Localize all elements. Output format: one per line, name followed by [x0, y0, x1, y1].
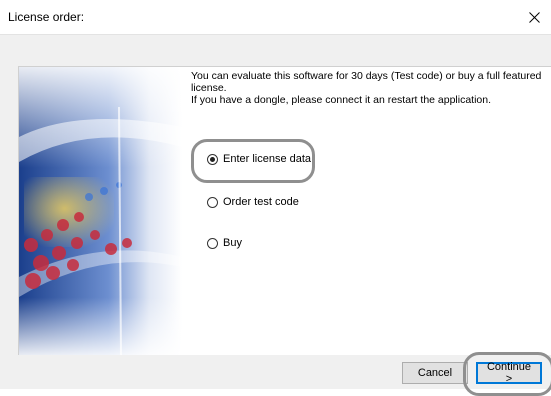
- cancel-button[interactable]: Cancel: [402, 362, 468, 384]
- license-order-dialog: License order: You can evaluate this sof…: [0, 0, 551, 396]
- intro-line-1: You can evaluate this software for 30 da…: [191, 70, 542, 82]
- radio-label: Order test code: [223, 196, 299, 208]
- radio-enter-license-data[interactable]: Enter license data: [207, 153, 311, 165]
- radio-order-test-code[interactable]: Order test code: [207, 196, 299, 208]
- continue-button[interactable]: Continue >: [476, 361, 542, 385]
- intro-text: You can evaluate this software for 30 da…: [191, 70, 546, 106]
- radio-buy[interactable]: Buy: [207, 237, 242, 249]
- content-panel: You can evaluate this software for 30 da…: [18, 66, 551, 355]
- radio-icon: [207, 196, 218, 208]
- window-title: License order:: [8, 10, 85, 24]
- banner-image: [19, 67, 182, 355]
- close-button[interactable]: [517, 0, 551, 34]
- intro-line-3: If you have a dongle, please connect it …: [191, 94, 492, 106]
- radio-label: Buy: [223, 237, 242, 249]
- radio-label: Enter license data: [223, 153, 312, 165]
- title-bar: License order:: [0, 0, 551, 35]
- radio-icon: [207, 237, 218, 249]
- close-icon: [528, 11, 540, 23]
- intro-line-2: license.: [191, 82, 227, 94]
- radio-checked-icon: [207, 153, 218, 165]
